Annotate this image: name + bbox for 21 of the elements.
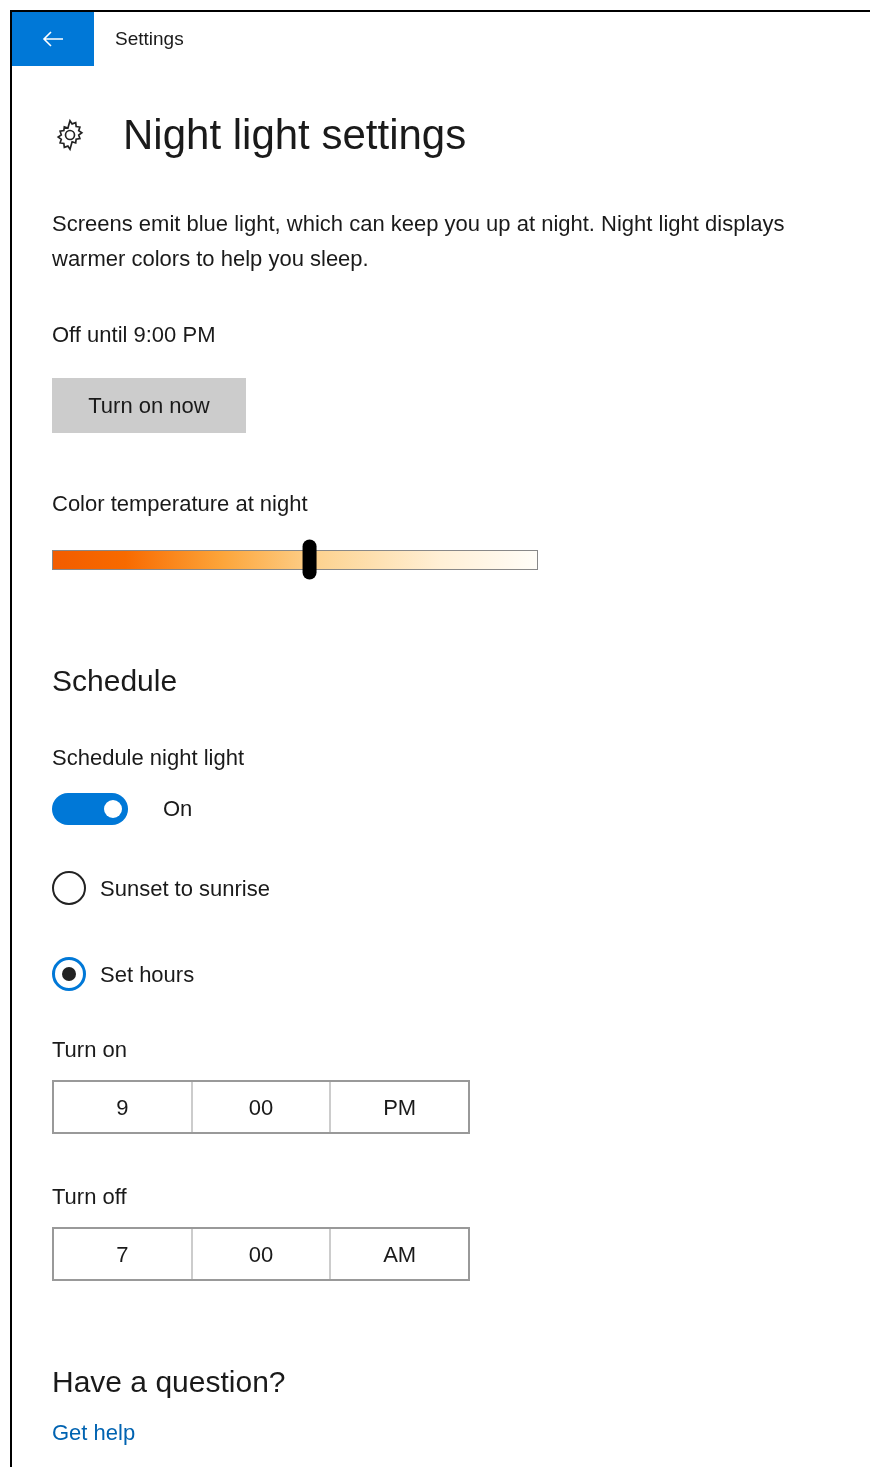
toggle-state-text: On [163,795,193,823]
window-title: Settings [115,26,184,51]
turn-on-now-button[interactable]: Turn on now [52,378,246,433]
color-temperature-slider[interactable] [52,539,538,580]
page-title: Night light settings [123,114,467,156]
slider-thumb[interactable] [302,539,317,580]
time-label: Turn on [52,1036,128,1064]
radio-button[interactable] [52,957,86,991]
description-text: Screens emit blue light, which can keep you up at night. Night light displays warmer colors to help you sleep. [52,210,786,273]
get-help-link[interactable]: Get help [52,1416,136,1449]
slider-label: Color temperature at night [52,490,309,518]
toggle-label: Schedule night light [52,744,246,772]
back-arrow-icon [42,30,64,48]
radio-label: Sunset to sunrise [100,874,270,903]
radio-label: Set hours [100,960,195,989]
status-text: Off until 9:00 PM [52,321,217,349]
time-label: Turn off [52,1183,128,1211]
toggle-switch[interactable] [52,792,128,825]
section-heading: Schedule [52,663,179,699]
radio-button[interactable] [52,871,86,905]
section-heading: Have a question? [52,1364,287,1400]
